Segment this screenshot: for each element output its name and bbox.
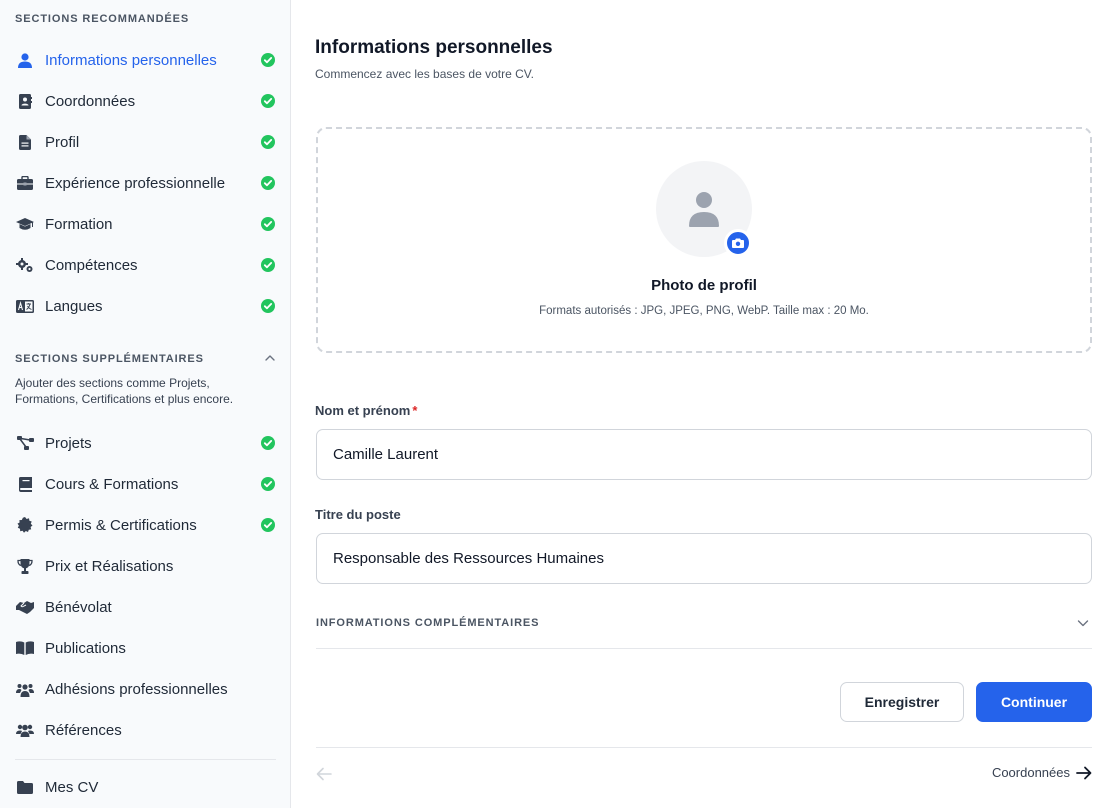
arrow-left-icon[interactable] — [316, 767, 332, 781]
book-icon — [16, 476, 34, 492]
camera-icon — [732, 238, 744, 248]
next-section-label: Coordonnées — [991, 765, 1070, 780]
footer-divider — [316, 747, 1092, 748]
sidebar-item-my-cv[interactable]: Mes CV — [0, 770, 291, 804]
trophy-icon — [16, 558, 34, 574]
sidebar-item-awards[interactable]: Prix et Réalisations — [0, 549, 291, 583]
user-icon — [16, 52, 34, 68]
check-circle-icon — [261, 53, 275, 67]
next-section-link[interactable]: Coordonnées — [992, 765, 1092, 780]
camera-upload-button[interactable] — [724, 229, 752, 257]
sidebar-item-label: Permis & Certifications — [45, 517, 197, 534]
sidebar-item-label: Bénévolat — [45, 599, 112, 616]
check-circle-icon — [261, 477, 275, 491]
additional-info-label: INFORMATIONS COMPLÉMENTAIRES — [316, 617, 540, 629]
chevron-up-icon[interactable] — [263, 351, 277, 365]
save-button[interactable]: Enregistrer — [840, 682, 964, 722]
sidebar: SECTIONS RECOMMANDÉES Informations perso… — [0, 0, 291, 808]
sidebar-item-profile[interactable]: Profil — [0, 125, 291, 159]
chevron-down-icon — [1077, 620, 1089, 627]
sidebar-item-label: Publications — [45, 640, 126, 657]
sidebar-item-label: Informations personnelles — [45, 52, 217, 69]
handshake-icon — [16, 599, 34, 615]
sidebar-item-personal-info[interactable]: Informations personnelles — [0, 43, 291, 77]
gears-icon — [16, 257, 34, 273]
main-content: Informations personnelles Commencez avec… — [292, 0, 1118, 808]
sidebar-item-projects[interactable]: Projets — [0, 426, 291, 460]
sidebar-item-label: Langues — [45, 298, 103, 315]
users-icon — [16, 722, 34, 738]
additional-info-toggle[interactable]: INFORMATIONS COMPLÉMENTAIRES — [316, 608, 1092, 649]
sidebar-item-label: Projets — [45, 435, 92, 452]
people-group-icon — [16, 681, 34, 697]
full-name-label-text: Nom et prénom — [315, 403, 411, 418]
photo-upload-area[interactable]: Photo de profil Formats autorisés : JPG,… — [316, 127, 1092, 353]
user-silhouette-icon — [689, 192, 719, 227]
job-title-label: Titre du poste — [315, 507, 401, 522]
supplementary-sections-heading: SECTIONS SUPPLÉMENTAIRES — [15, 353, 204, 365]
sidebar-item-languages[interactable]: Langues — [0, 289, 291, 323]
full-name-label: Nom et prénom * — [315, 403, 417, 418]
sidebar-item-label: Profil — [45, 134, 80, 151]
check-circle-icon — [261, 436, 275, 450]
continue-button[interactable]: Continuer — [976, 682, 1092, 722]
check-circle-icon — [261, 94, 275, 108]
sidebar-item-experience[interactable]: Expérience professionnelle — [0, 166, 291, 200]
sidebar-divider — [15, 759, 276, 760]
sidebar-item-skills[interactable]: Compétences — [0, 248, 291, 282]
sidebar-item-volunteering[interactable]: Bénévolat — [0, 590, 291, 624]
briefcase-icon — [16, 175, 34, 191]
sidebar-item-label: Expérience professionnelle — [45, 175, 226, 192]
page-subtitle: Commencez avec les bases de votre CV. — [315, 67, 534, 81]
full-name-input[interactable] — [316, 429, 1092, 480]
page-title: Informations personnelles — [315, 37, 553, 58]
sidebar-item-education[interactable]: Formation — [0, 207, 291, 241]
sidebar-item-label: Prix et Réalisations — [45, 558, 174, 575]
sidebar-item-memberships[interactable]: Adhésions professionnelles — [0, 672, 291, 706]
folder-icon — [16, 779, 34, 795]
sidebar-item-courses[interactable]: Cours & Formations — [0, 467, 291, 501]
photo-title: Photo de profil — [651, 277, 757, 294]
sidebar-item-label: Formation — [45, 216, 113, 233]
arrow-right-icon — [1076, 766, 1092, 779]
required-asterisk: * — [412, 403, 418, 418]
check-circle-icon — [261, 217, 275, 231]
sidebar-item-label: Références — [45, 722, 122, 739]
sidebar-item-label: Adhésions professionnelles — [45, 681, 228, 698]
document-icon — [16, 134, 34, 150]
sidebar-item-publications[interactable]: Publications — [0, 631, 291, 665]
supplementary-sections-description: Ajouter des sections comme Projets, Form… — [15, 376, 234, 406]
sidebar-item-label: Mes CV — [45, 779, 99, 796]
sidebar-item-label: Coordonnées — [45, 93, 136, 110]
sidebar-item-certifications[interactable]: Permis & Certifications — [0, 508, 291, 542]
graduation-cap-icon — [16, 216, 34, 232]
job-title-input[interactable] — [316, 533, 1092, 584]
photo-formats-hint: Formats autorisés : JPG, JPEG, PNG, WebP… — [539, 305, 869, 317]
sidebar-item-label: Cours & Formations — [45, 476, 179, 493]
open-book-icon — [16, 640, 34, 656]
check-circle-icon — [261, 299, 275, 313]
check-circle-icon — [261, 518, 275, 532]
check-circle-icon — [261, 176, 275, 190]
sidebar-item-label: Compétences — [45, 257, 138, 274]
language-icon — [16, 298, 34, 314]
diagram-icon — [16, 435, 34, 451]
recommended-sections-heading: SECTIONS RECOMMANDÉES — [15, 13, 190, 25]
certificate-icon — [16, 517, 34, 533]
sidebar-item-references[interactable]: Références — [0, 713, 291, 747]
check-circle-icon — [261, 258, 275, 272]
sidebar-item-contact[interactable]: Coordonnées — [0, 84, 291, 118]
check-circle-icon — [261, 135, 275, 149]
contact-card-icon — [16, 93, 34, 109]
